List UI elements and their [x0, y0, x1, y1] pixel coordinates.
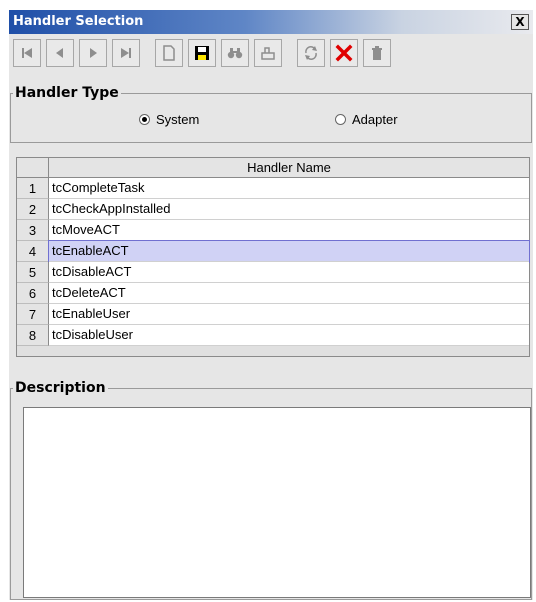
refresh-icon: [305, 46, 317, 60]
row-number: 3: [17, 220, 49, 241]
handler-name-cell[interactable]: tcCheckAppInstalled: [49, 199, 529, 220]
handler-type-legend: Handler Type: [15, 85, 119, 101]
table-corner: [17, 158, 49, 178]
row-number: 4: [17, 241, 49, 262]
previous-record-button[interactable]: [46, 39, 74, 67]
floppy-disk-icon: [195, 46, 209, 60]
handler-name-cell[interactable]: tcEnableACT: [48, 240, 530, 263]
handler-name-cell[interactable]: tcDeleteACT: [49, 283, 529, 304]
handler-name-cell[interactable]: tcMoveACT: [49, 220, 529, 241]
table-row[interactable]: 7 tcEnableUser: [17, 304, 529, 325]
row-number: 2: [17, 199, 49, 220]
table-row[interactable]: 3 tcMoveACT: [17, 220, 529, 241]
radio-adapter[interactable]: Adapter: [335, 112, 398, 127]
table-row[interactable]: 6 tcDeleteACT: [17, 283, 529, 304]
red-x-icon: [335, 44, 353, 62]
toolbar: [13, 39, 529, 69]
table-row[interactable]: 2 tcCheckAppInstalled: [17, 199, 529, 220]
table-row-selected[interactable]: 4 tcEnableACT: [17, 240, 530, 263]
radio-system[interactable]: System: [139, 112, 199, 127]
description-textarea[interactable]: [23, 407, 531, 598]
save-button[interactable]: [188, 39, 216, 67]
arrow-right-icon: [90, 48, 97, 58]
new-record-button[interactable]: [155, 39, 183, 67]
radio-unselected-icon: [335, 114, 346, 125]
row-number: 7: [17, 304, 49, 325]
trash-icon: [372, 46, 382, 60]
table-row[interactable]: 1 tcCompleteTask: [17, 178, 529, 199]
handler-name-cell[interactable]: tcDisableACT: [49, 262, 529, 283]
window-title: Handler Selection: [13, 14, 144, 29]
skip-back-icon: [22, 48, 32, 58]
handler-type-group: Handler Type: [10, 85, 532, 143]
handler-name-cell[interactable]: tcDisableUser: [49, 325, 529, 346]
table-row[interactable]: 5 tcDisableACT: [17, 262, 529, 283]
radio-selected-icon: [139, 114, 150, 125]
delete-button[interactable]: [363, 39, 391, 67]
cancel-button[interactable]: [330, 39, 358, 67]
column-header-handler-name[interactable]: Handler Name: [49, 158, 529, 178]
row-number: 5: [17, 262, 49, 283]
close-button[interactable]: X: [511, 14, 529, 30]
handler-selection-window: Handler Selection X Handler Type System …: [9, 10, 533, 600]
query-button[interactable]: [254, 39, 282, 67]
next-record-button[interactable]: [79, 39, 107, 67]
query-icon: [261, 47, 275, 60]
table-header: Handler Name: [17, 158, 529, 178]
new-document-icon: [163, 45, 175, 61]
arrow-left-icon: [56, 48, 63, 58]
radio-adapter-label: Adapter: [352, 112, 398, 127]
handler-name-cell[interactable]: tcEnableUser: [49, 304, 529, 325]
title-bar[interactable]: Handler Selection X: [9, 10, 533, 34]
handler-name-cell[interactable]: tcCompleteTask: [49, 178, 529, 199]
skip-forward-icon: [121, 48, 131, 58]
description-legend: Description: [15, 380, 106, 396]
row-number: 1: [17, 178, 49, 199]
last-record-button[interactable]: [112, 39, 140, 67]
row-number: 8: [17, 325, 49, 346]
handler-table: Handler Name 1 tcCompleteTask 2 tcCheckA…: [16, 157, 530, 357]
row-number: 6: [17, 283, 49, 304]
table-row[interactable]: 8 tcDisableUser: [17, 325, 529, 346]
radio-system-label: System: [156, 112, 200, 127]
refresh-button[interactable]: [297, 39, 325, 67]
find-button[interactable]: [221, 39, 249, 67]
first-record-button[interactable]: [13, 39, 41, 67]
binoculars-icon: [227, 48, 243, 59]
